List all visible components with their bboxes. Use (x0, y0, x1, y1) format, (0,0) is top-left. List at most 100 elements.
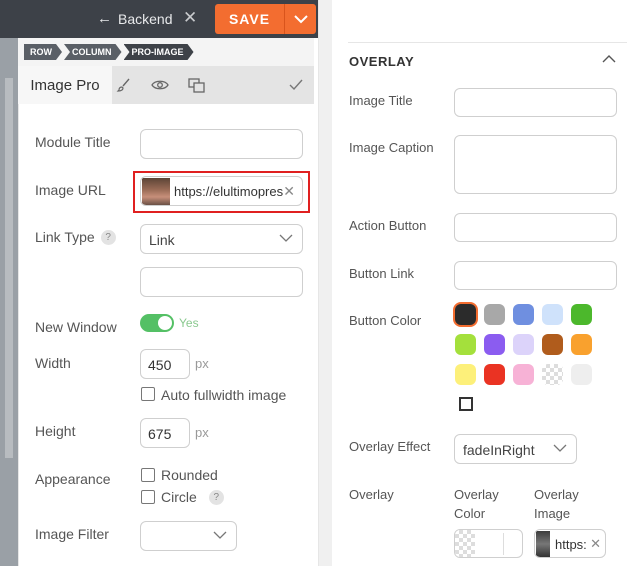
overlay-effect-label: Overlay Effect (349, 439, 431, 454)
image-filter-select[interactable] (140, 521, 237, 551)
link-type-label-row: Link Type? (35, 229, 116, 245)
eye-icon (151, 80, 169, 90)
tab-responsive[interactable] (186, 75, 206, 95)
link-type-value: Link (149, 232, 175, 248)
overlay-label: Overlay (349, 487, 394, 502)
left-edge-strip (0, 38, 18, 566)
overlay-image-thumbnail (536, 531, 550, 557)
button-link-label: Button Link (349, 266, 415, 281)
overlay-image-value: https: (555, 537, 587, 552)
color-swatch[interactable] (484, 334, 505, 355)
help-icon[interactable]: ? (208, 490, 224, 505)
image-caption-textarea[interactable] (454, 135, 617, 194)
clear-icon[interactable]: ✕ (590, 536, 601, 552)
width-label: Width (35, 355, 71, 371)
section-divider (348, 42, 627, 43)
chevron-down-icon (553, 444, 567, 452)
chevron-down-icon (279, 234, 293, 242)
apply-check-button[interactable] (286, 75, 306, 95)
color-swatch[interactable] (571, 304, 592, 325)
no-color-swatch[interactable] (459, 397, 473, 411)
new-window-toggle[interactable] (140, 314, 174, 332)
height-unit: px (195, 425, 209, 440)
brush-icon (116, 78, 130, 92)
color-swatch[interactable] (542, 334, 563, 355)
close-icon[interactable]: ✕ (183, 9, 197, 27)
chevron-up-icon[interactable] (602, 54, 616, 63)
color-swatch[interactable] (513, 364, 534, 385)
image-url-label: Image URL (35, 182, 106, 198)
help-icon[interactable]: ? (100, 230, 116, 245)
breadcrumb-row[interactable]: ROW (24, 44, 62, 60)
clear-icon[interactable]: ✕ (283, 183, 295, 200)
color-swatch[interactable] (455, 304, 476, 325)
save-button[interactable]: SAVE (215, 4, 284, 34)
new-window-label: New Window (35, 319, 117, 335)
devices-icon (187, 77, 205, 93)
back-button-label: Backend (118, 10, 173, 27)
image-url-input[interactable]: https://elultimopres ✕ (140, 176, 303, 206)
breadcrumb-column[interactable]: COLUMN (64, 44, 122, 60)
tab-image-pro[interactable]: Image Pro (18, 66, 112, 104)
image-url-value: https://elultimopres (174, 184, 284, 199)
overlay-effect-value: fadeInRight (463, 442, 535, 458)
tab-visibility[interactable] (150, 75, 170, 95)
color-swatch[interactable] (455, 334, 476, 355)
auto-fullwidth-checkbox[interactable] (141, 387, 155, 401)
overlay-color-label: Overlay Color (454, 487, 499, 521)
overlay-image-input[interactable]: https: ✕ (534, 529, 606, 558)
new-window-state: Yes (179, 316, 199, 330)
appearance-label: Appearance (35, 471, 111, 487)
link-type-select[interactable]: Link (140, 224, 303, 254)
color-swatch[interactable] (571, 334, 592, 355)
module-title-input[interactable] (140, 129, 303, 159)
save-dropdown-button[interactable] (284, 4, 316, 34)
color-swatch[interactable] (542, 304, 563, 325)
back-button[interactable]: ← Backend (97, 10, 172, 27)
settings-tabs: Image Pro (18, 66, 314, 104)
breadcrumb-pro-image[interactable]: PRO-IMAGE (124, 44, 194, 60)
color-swatch[interactable] (571, 364, 592, 385)
chevron-down-icon (213, 531, 227, 539)
chevron-down-icon (293, 14, 308, 23)
image-title-label: Image Title (349, 93, 413, 108)
color-swatch[interactable] (484, 304, 505, 325)
circle-checkbox[interactable] (141, 490, 155, 504)
overlay-effect-select[interactable]: fadeInRight (454, 434, 577, 464)
circle-label: Circle (161, 489, 197, 505)
save-button-group: SAVE (215, 4, 316, 34)
link-url-input[interactable] (140, 267, 303, 297)
top-toolbar: ← Backend ✕ SAVE (0, 0, 318, 38)
overlay-section-title[interactable]: OVERLAY (349, 54, 414, 69)
overlay-color-picker[interactable] (454, 529, 523, 558)
height-label: Height (35, 423, 76, 439)
tab-style[interactable] (114, 75, 134, 95)
link-type-label: Link Type (35, 229, 95, 245)
width-unit: px (195, 356, 209, 371)
button-color-label: Button Color (349, 313, 422, 328)
module-title-label: Module Title (35, 134, 111, 150)
action-button-input[interactable] (454, 213, 617, 242)
breadcrumb: ROW COLUMN PRO-IMAGE (24, 44, 196, 60)
auto-fullwidth-label: Auto fullwidth image (161, 387, 287, 403)
transparent-pattern (455, 530, 475, 557)
image-filter-label: Image Filter (35, 526, 109, 542)
width-input[interactable]: 450 (140, 349, 190, 379)
image-title-input[interactable] (454, 88, 617, 117)
color-swatch[interactable] (455, 364, 476, 385)
panel-scrollbar[interactable] (318, 0, 332, 566)
height-input[interactable]: 675 (140, 418, 190, 448)
rounded-checkbox[interactable] (141, 468, 155, 482)
color-swatch[interactable] (484, 364, 505, 385)
check-icon (289, 79, 303, 91)
circle-label-row: Circle? (161, 489, 224, 505)
button-link-input[interactable] (454, 261, 617, 290)
arrow-left-icon: ← (97, 10, 112, 27)
color-swatch[interactable] (542, 364, 563, 385)
module-settings-panel: ROW COLUMN PRO-IMAGE Image Pro Module Ti… (18, 38, 314, 566)
color-swatch[interactable] (513, 304, 534, 325)
rounded-label: Rounded (161, 467, 218, 483)
color-swatch[interactable] (513, 334, 534, 355)
image-caption-label: Image Caption (349, 140, 434, 155)
action-button-label: Action Button (349, 218, 427, 233)
